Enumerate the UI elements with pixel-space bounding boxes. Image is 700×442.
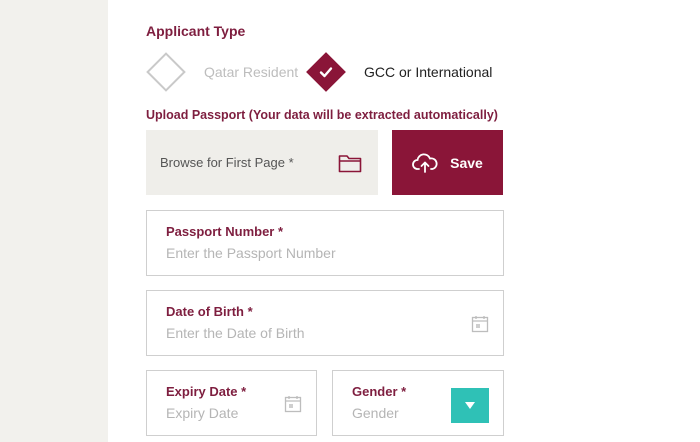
radio-label-gcc-international: GCC or International <box>364 64 493 80</box>
passport-number-field: Passport Number * <box>146 210 504 276</box>
save-button[interactable]: Save <box>392 130 503 195</box>
passport-number-input[interactable] <box>166 245 453 261</box>
date-of-birth-field: Date of Birth * <box>146 290 504 356</box>
date-of-birth-label: Date of Birth * <box>166 304 253 319</box>
radio-qatar-resident[interactable]: Qatar Resident <box>146 52 298 92</box>
upload-passport-label: Upload Passport (Your data will be extra… <box>146 108 498 122</box>
gender-field[interactable]: Gender * <box>332 370 504 436</box>
calendar-icon[interactable] <box>471 315 489 333</box>
passport-number-label: Passport Number * <box>166 224 284 239</box>
left-gutter <box>0 0 108 442</box>
save-button-label: Save <box>450 154 483 171</box>
gender-select[interactable] <box>352 405 443 421</box>
calendar-icon[interactable] <box>284 395 302 413</box>
gender-dropdown-button[interactable] <box>451 388 489 423</box>
radio-gcc-international[interactable]: GCC or International <box>306 52 492 92</box>
date-of-birth-input[interactable] <box>166 325 453 341</box>
radio-diamond-checked[interactable] <box>306 52 346 92</box>
radio-label-qatar-resident: Qatar Resident <box>204 64 299 80</box>
folder-icon <box>338 154 362 172</box>
expiry-date-input[interactable] <box>166 405 271 421</box>
cloud-upload-icon <box>412 152 438 173</box>
browse-text: Browse for First Page * <box>160 155 294 170</box>
browse-first-page[interactable]: Browse for First Page * <box>146 130 378 195</box>
radio-diamond-unchecked[interactable] <box>146 52 186 92</box>
triangle-down-icon <box>465 401 475 409</box>
expiry-date-field: Expiry Date * <box>146 370 317 436</box>
applicant-type-title: Applicant Type <box>146 23 246 39</box>
check-icon <box>319 67 333 78</box>
